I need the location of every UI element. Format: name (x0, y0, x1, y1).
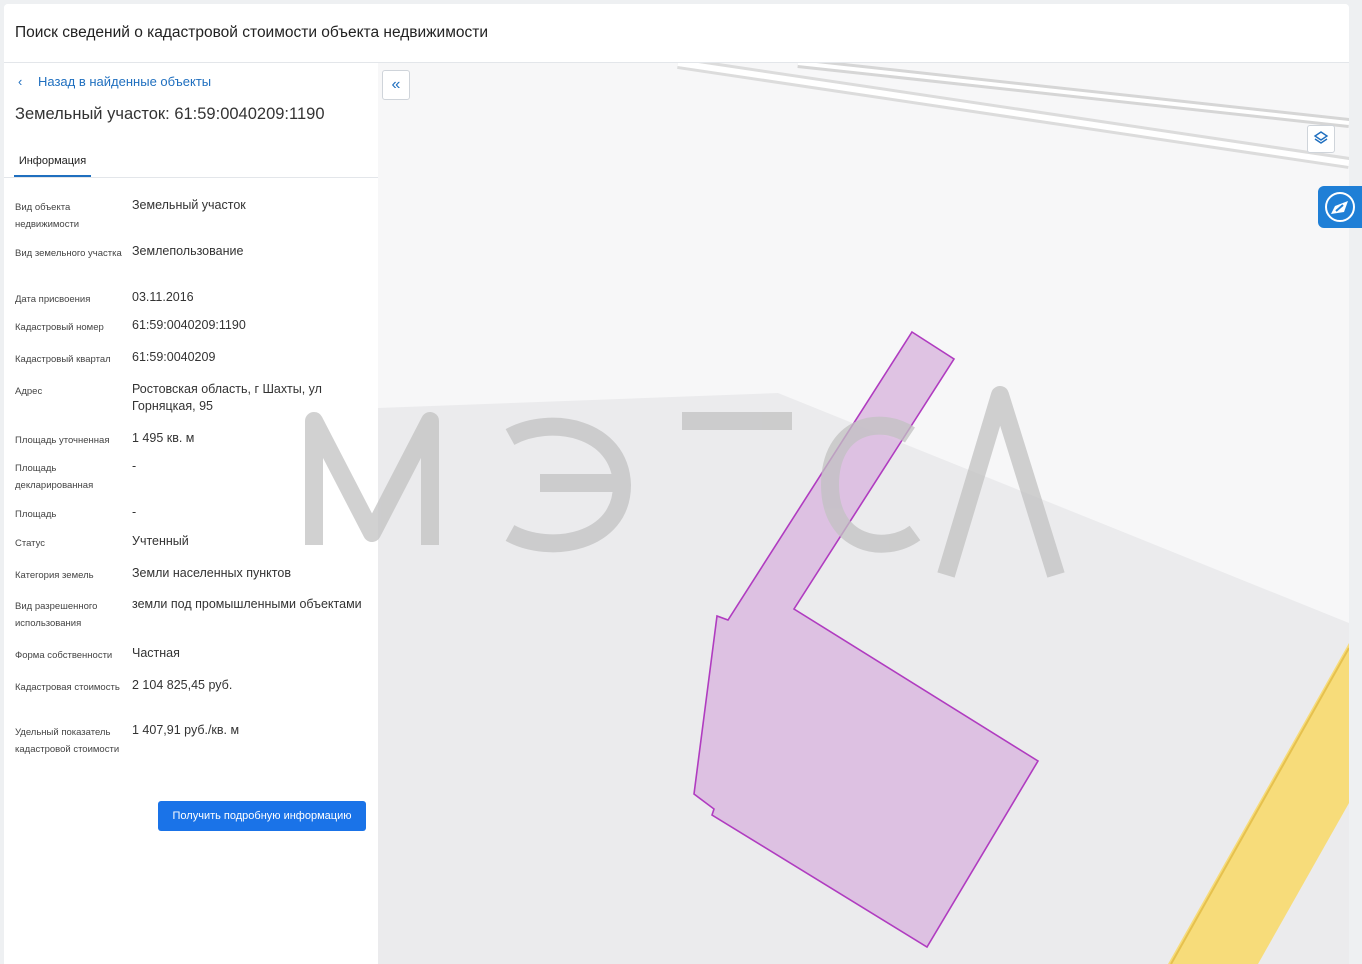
detail-info-button[interactable]: Получить подробную информацию (158, 801, 366, 831)
info-row: Форма собственности Частная (15, 645, 370, 664)
info-value: 61:59:0040209:1190 (132, 318, 246, 332)
double-chevron-left-icon[interactable]: « (382, 70, 410, 100)
back-link-label: Назад в найденные объекты (38, 74, 212, 89)
info-value: - (132, 505, 137, 519)
info-label: Площадь уточненная (15, 435, 110, 446)
info-label: Кадастровый квартал (15, 354, 111, 365)
layers-icon[interactable] (1307, 125, 1335, 153)
info-label: Кадастровый номер (15, 322, 104, 333)
object-title: Земельный участок: 61:59:0040209:1190 (15, 105, 325, 123)
info-row: Кадастровый номер 61:59:0040209:1190 (15, 317, 370, 336)
map-canvas (378, 63, 1349, 964)
back-link[interactable]: ‹ Назад в найденные объекты (18, 74, 211, 89)
info-label: Вид разрешенного использования (15, 601, 98, 629)
info-row: Дата присвоения 03.11.2016 (15, 289, 370, 308)
tab-bar: Информация (4, 147, 378, 178)
info-label: Адрес (15, 386, 43, 397)
info-row: Статус Учтенный (15, 533, 370, 552)
info-row: Удельный показатель кадастровой стоимост… (15, 722, 370, 758)
info-value: Ростовская область, г Шахты, ул Горняцка… (132, 382, 322, 413)
info-label: Вид земельного участка (15, 248, 122, 259)
info-value: Земельный участок (132, 198, 246, 212)
info-row: Площадь - (15, 504, 370, 523)
header: Поиск сведений о кадастровой стоимости о… (4, 4, 1349, 63)
info-row: Вид разрешенного использования земли под… (15, 596, 370, 632)
info-value: Землепользование (132, 244, 244, 258)
info-label: Кадастровая стоимость (15, 682, 120, 693)
info-label: Удельный показатель кадастровой стоимост… (15, 727, 120, 755)
info-value: Частная (132, 646, 180, 660)
info-value: 1 495 кв. м (132, 431, 195, 445)
info-value: 1 407,91 руб./кв. м (132, 723, 240, 737)
page-title: Поиск сведений о кадастровой стоимости о… (15, 24, 488, 41)
info-value: 03.11.2016 (132, 290, 194, 304)
info-row: Кадастровый квартал 61:59:0040209 (15, 349, 370, 368)
info-value: 61:59:0040209 (132, 350, 216, 364)
info-value: Земли населенных пунктов (132, 566, 291, 580)
info-label: Статус (15, 538, 46, 549)
info-value: Учтенный (132, 534, 189, 548)
sidebar: ‹ Назад в найденные объекты Земельный уч… (4, 63, 378, 964)
chevron-left-icon: ‹ (18, 74, 23, 89)
info-label: Вид объекта недвижимости (15, 202, 80, 230)
info-row: Площадь уточненная 1 495 кв. м (15, 430, 370, 449)
info-label: Дата присвоения (15, 294, 91, 305)
info-value: 2 104 825,45 руб. (132, 678, 233, 692)
info-label: Площадь декларированная (15, 463, 94, 491)
info-value: - (132, 459, 137, 473)
info-row: Вид земельного участка Землепользование (15, 243, 370, 262)
map-view[interactable]: « (378, 63, 1349, 964)
info-label: Форма собственности (15, 650, 113, 661)
info-row: Адрес Ростовская область, г Шахты, ул Го… (15, 381, 370, 415)
tab-information[interactable]: Информация (14, 147, 91, 177)
info-row: Кадастровая стоимость 2 104 825,45 руб. (15, 677, 370, 696)
info-row: Вид объекта недвижимости Земельный участ… (15, 197, 370, 233)
info-row: Площадь декларированная - (15, 458, 370, 494)
info-value: земли под промышленными объектами (132, 597, 362, 611)
chat-widget-icon[interactable] (1318, 186, 1362, 228)
info-row: Категория земель Земли населенных пункто… (15, 565, 370, 584)
info-label: Площадь (15, 509, 57, 520)
info-label: Категория земель (15, 570, 94, 581)
app-window: Поиск сведений о кадастровой стоимости о… (4, 4, 1349, 964)
